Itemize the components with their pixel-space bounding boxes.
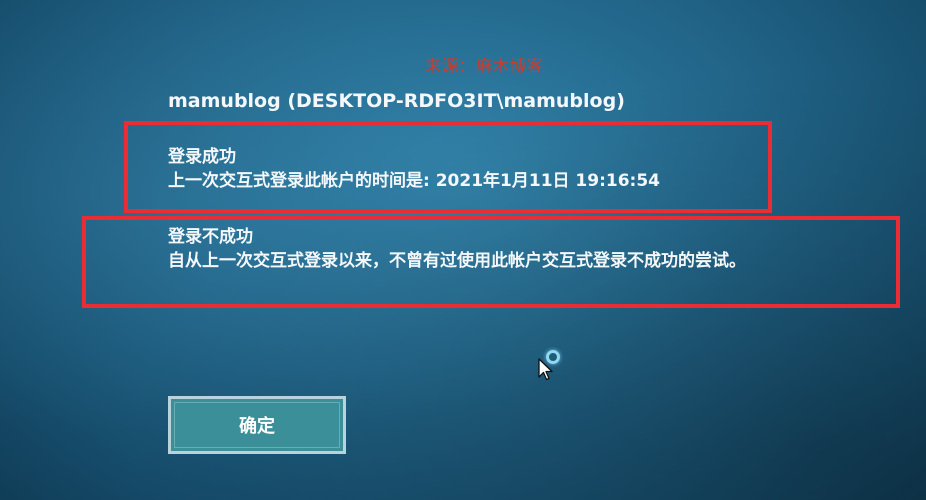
pointer-busy-icon (538, 350, 568, 386)
confirm-button[interactable]: 确定 (168, 396, 346, 454)
login-success-section: 登录成功 上一次交互式登录此帐户的时间是: 2021年1月11日 19:16:5… (168, 145, 660, 193)
login-fail-detail: 自从上一次交互式登录以来，不曾有过使用此帐户交互式登录不成功的尝试。 (168, 251, 746, 271)
login-success-detail: 上一次交互式登录此帐户的时间是: 2021年1月11日 19:16:54 (168, 171, 661, 191)
watermark-text: 来源：麻木博客 (425, 56, 545, 75)
account-title: mamublog (DESKTOP-RDFO3IT\mamublog) (168, 90, 625, 112)
busy-ring-icon (546, 350, 560, 364)
login-fail-heading: 登录不成功 (168, 227, 253, 247)
confirm-button-label: 确定 (239, 416, 275, 437)
login-success-heading: 登录成功 (168, 147, 236, 167)
login-fail-section: 登录不成功 自从上一次交互式登录以来，不曾有过使用此帐户交互式登录不成功的尝试。 (168, 225, 746, 273)
